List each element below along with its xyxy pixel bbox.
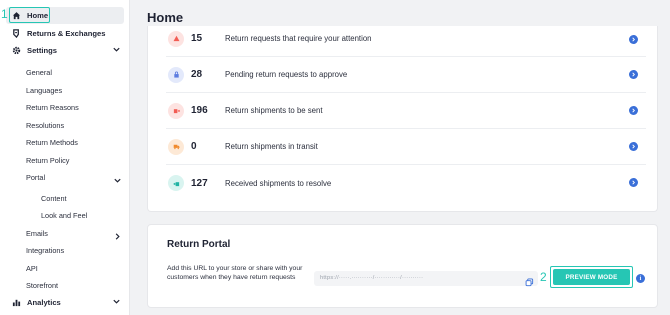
sidebar-item-return-policy[interactable]: Return Policy [26,156,69,165]
stat-row[interactable]: 0 Return shipments in transit [166,129,646,165]
stat-value: 28 [191,69,203,80]
sidebar: Home 1 Returns & Exchanges Settings Gene… [0,0,130,315]
sidebar-item-analytics[interactable]: Analytics [6,294,124,311]
preview-mode-button[interactable]: PREVIEW MODE [553,269,630,285]
stat-value: 0 [191,141,197,152]
sidebar-item-api[interactable]: API [26,264,38,273]
stat-value: 15 [191,33,203,44]
sidebar-item-content[interactable]: Content [41,194,67,203]
box-in-icon [168,175,184,191]
copy-icon[interactable] [525,274,534,287]
sidebar-item-return-reasons[interactable]: Return Reasons [26,103,79,112]
sidebar-item-emails[interactable]: Emails [26,229,48,238]
stat-row[interactable]: 28 Pending return requests to approve [166,57,646,93]
sidebar-item-resolutions[interactable]: Resolutions [26,121,64,130]
arrow-right-icon[interactable] [629,70,638,79]
lock-icon [168,66,184,83]
sidebar-item-storefront[interactable]: Storefront [26,281,58,290]
info-icon[interactable]: i [636,274,645,283]
sidebar-item-integrations[interactable]: Integrations [26,246,64,255]
sidebar-item-returns[interactable]: Returns & Exchanges [6,25,124,42]
stat-label: Return shipments in transit [225,142,318,151]
sidebar-item-languages[interactable]: Languages [26,86,62,95]
gear-icon [11,46,21,56]
stat-row[interactable]: 196 Return shipments to be sent [166,93,646,129]
chevron-down-icon[interactable] [113,172,123,183]
stat-value: 127 [191,177,208,189]
sidebar-item-portal[interactable]: Portal [26,173,45,182]
stat-label: Return shipments to be sent [225,106,323,115]
stats-card: 15 Return requests that require your att… [147,26,658,212]
stat-label: Pending return requests to approve [225,70,348,79]
chevron-right-icon[interactable] [113,228,123,240]
annotation-number: 1 [1,7,8,21]
sidebar-item-return-methods[interactable]: Return Methods [26,138,78,147]
bar-chart-icon [11,298,21,308]
sidebar-item-settings[interactable]: Settings [6,42,124,59]
warning-icon [168,30,184,47]
chevron-down-icon [112,45,122,55]
box-out-icon [168,102,184,119]
section-title: Return Portal [167,239,231,250]
return-portal-card: Return Portal Add this URL to your store… [147,224,658,308]
arrow-right-icon[interactable] [629,142,638,151]
stat-row[interactable]: 127 Received shipments to resolve [166,165,646,201]
preview-highlight-box: PREVIEW MODE [550,266,633,288]
truck-icon [168,138,184,155]
stat-label: Received shipments to resolve [225,178,332,188]
sidebar-item-label: Returns & Exchanges [27,29,106,38]
chevron-down-icon [112,297,122,307]
sidebar-item-look-and-feel[interactable]: Look and Feel [41,211,87,220]
portal-url-text: https://·····.··········/············/··… [320,275,424,281]
portal-url-field[interactable]: https://·····.··········/············/··… [314,271,538,287]
arrow-right-icon[interactable] [629,35,638,44]
arrow-right-icon[interactable] [629,178,638,187]
home-highlight-box [9,7,50,23]
annotation-number: 2 [540,270,547,284]
stat-row[interactable]: 15 Return requests that require your att… [166,21,646,57]
sidebar-item-label: Analytics [27,298,61,307]
returns-icon [11,29,21,39]
sidebar-item-general[interactable]: General [26,68,52,77]
sidebar-item-label: Settings [27,46,57,55]
stat-label: Return requests that require your attent… [225,34,372,43]
stat-value: 196 [191,105,208,116]
arrow-right-icon[interactable] [629,106,638,115]
portal-description: Add this URL to your store or share with… [167,265,303,281]
